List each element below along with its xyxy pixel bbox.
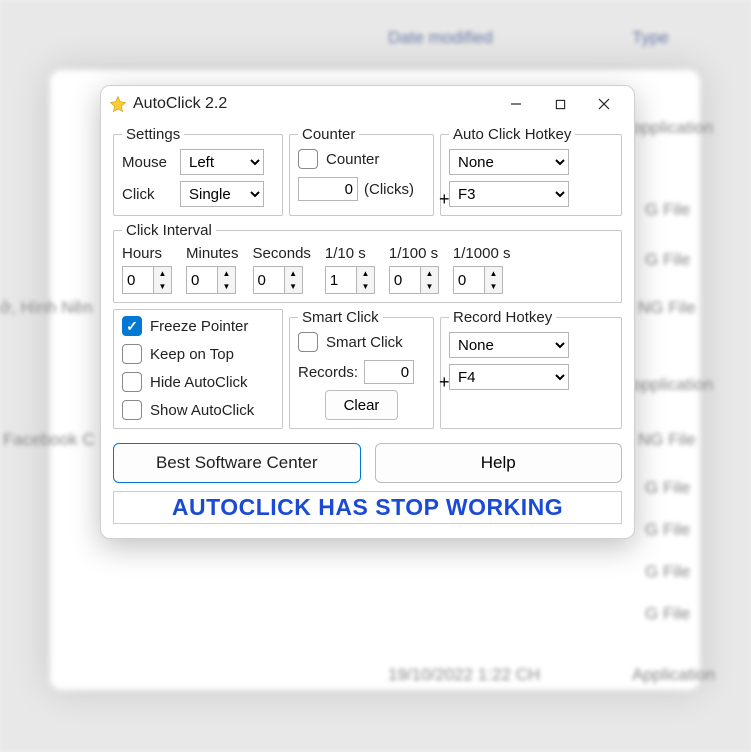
click-label: Click [122,186,174,203]
window-title: AutoClick 2.2 [133,95,227,113]
spinner-down-icon[interactable]: ▼ [485,280,502,293]
spinner-up-icon[interactable]: ▲ [285,267,302,280]
record-hotkey-group: Record Hotkey None F4 + [440,309,622,429]
keep-on-top-label: Keep on Top [150,346,234,363]
click-interval-group: Click Interval Hours ▲▼ Minutes ▲▼ Secon… [113,222,622,303]
plus-icon: + [437,189,452,210]
smart-legend: Smart Click [298,309,383,326]
maximize-icon [555,99,566,110]
show-autoclick-checkbox[interactable] [122,400,142,420]
show-autoclick-label: Show AutoClick [150,402,254,419]
freeze-pointer-label: Freeze Pointer [150,318,248,335]
spinner-down-icon[interactable]: ▼ [218,280,235,293]
titlebar: AutoClick 2.2 [101,86,634,122]
spinner-down-icon[interactable]: ▼ [357,280,374,293]
spinner-up-icon[interactable]: ▲ [485,267,502,280]
minutes-label: Minutes [186,245,239,262]
record-modifier-select[interactable]: None [449,332,569,358]
hide-autoclick-label: Hide AutoClick [150,374,248,391]
close-icon [598,98,610,110]
spinner-up-icon[interactable]: ▲ [218,267,235,280]
counter-checkbox-label: Counter [326,151,379,168]
smart-click-checkbox[interactable] [298,332,318,352]
tenth-spinner[interactable]: ▲▼ [325,266,375,294]
mouse-select[interactable]: Left [180,149,264,175]
hide-autoclick-checkbox[interactable] [122,372,142,392]
hundredth-spinner[interactable]: ▲▼ [389,266,439,294]
autoclick-hotkey-group: Auto Click Hotkey None F3 + [440,126,622,216]
spinner-up-icon[interactable]: ▲ [357,267,374,280]
counter-legend: Counter [298,126,359,143]
freeze-pointer-checkbox[interactable] [122,316,142,336]
spinner-down-icon[interactable]: ▼ [285,280,302,293]
interval-legend: Click Interval [122,222,216,239]
seconds-spinner[interactable]: ▲▼ [253,266,303,294]
options-group: Freeze Pointer Keep on Top Hide AutoClic… [113,309,283,429]
seconds-label: Seconds [253,245,311,262]
spinner-up-icon[interactable]: ▲ [421,267,438,280]
hotkey-modifier-select[interactable]: None [449,149,569,175]
click-select[interactable]: Single [180,181,264,207]
hours-label: Hours [122,245,162,262]
mouse-label: Mouse [122,154,174,171]
tenth-label: 1/10 s [325,245,366,262]
app-icon [109,95,127,113]
counter-group: Counter Counter (Clicks) [289,126,434,216]
help-button[interactable]: Help [375,443,623,483]
thousandth-label: 1/1000 s [453,245,511,262]
autoclick-window: AutoClick 2.2 Settings Mouse Left Click … [100,85,635,539]
minutes-spinner[interactable]: ▲▼ [186,266,236,294]
best-software-center-button[interactable]: Best Software Center [113,443,361,483]
status-banner: AUTOCLICK HAS STOP WORKING [113,491,622,524]
hotkey-legend: Auto Click Hotkey [449,126,575,143]
settings-group: Settings Mouse Left Click Single [113,126,283,216]
close-button[interactable] [582,89,626,119]
smart-click-label: Smart Click [326,334,403,351]
spinner-down-icon[interactable]: ▼ [421,280,438,293]
hundredth-label: 1/100 s [389,245,438,262]
plus-icon: + [437,372,452,393]
counter-checkbox[interactable] [298,149,318,169]
record-legend: Record Hotkey [449,309,556,326]
keep-on-top-checkbox[interactable] [122,344,142,364]
minimize-button[interactable] [494,89,538,119]
hotkey-key-select[interactable]: F3 [449,181,569,207]
settings-legend: Settings [122,126,184,143]
maximize-button[interactable] [538,89,582,119]
records-value[interactable] [364,360,414,384]
clear-button[interactable]: Clear [325,390,399,420]
minimize-icon [510,98,522,110]
records-label: Records: [298,364,358,381]
smart-click-group: Smart Click Smart Click Records: Clear [289,309,434,429]
counter-value[interactable] [298,177,358,201]
record-key-select[interactable]: F4 [449,364,569,390]
spinner-up-icon[interactable]: ▲ [154,267,171,280]
counter-unit: (Clicks) [364,181,414,198]
hours-spinner[interactable]: ▲▼ [122,266,172,294]
spinner-down-icon[interactable]: ▼ [154,280,171,293]
thousandth-spinner[interactable]: ▲▼ [453,266,503,294]
